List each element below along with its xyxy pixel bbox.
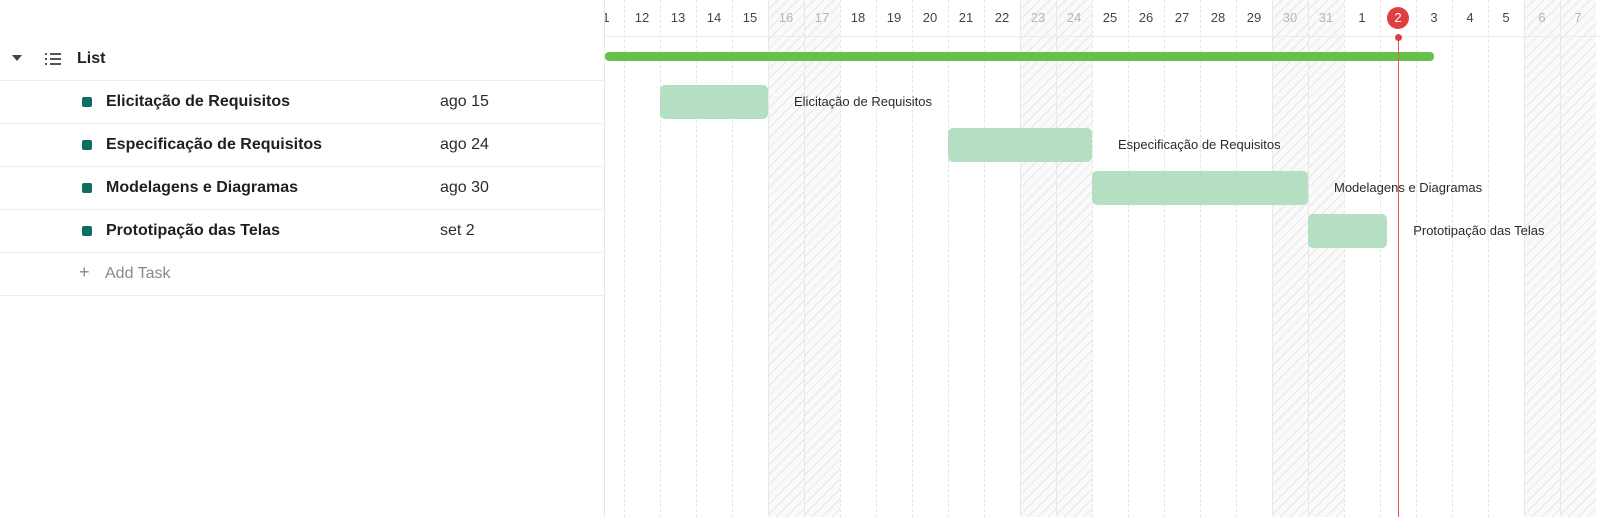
day-column [605,0,624,517]
day-label: 22 [994,10,1010,25]
today-line-dot [1395,34,1402,41]
day-column [732,0,768,517]
day-column [624,0,660,517]
list-header[interactable]: List [0,38,605,81]
task-name: Modelagens e Diagramas [106,179,299,196]
day-column [660,0,696,517]
day-label: 30 [1282,10,1298,25]
day-column [1236,0,1272,517]
task-status-dot [82,226,92,236]
task-status-dot [82,140,92,150]
day-label: 15 [742,10,758,25]
day-label: 14 [706,10,722,25]
day-label: 13 [670,10,686,25]
day-label: 3 [1430,10,1438,25]
weekend-column [1020,0,1056,517]
day-label: 27 [1174,10,1190,25]
add-task-button[interactable]: + Add Task [0,253,605,296]
task-name: Prototipação das Telas [106,222,280,239]
gantt-app: List Elicitação de Requisitos ago 15 Esp… [0,0,1600,517]
weekend-column [804,0,840,517]
gantt-timeline[interactable]: 1 12 13 14 15 16 17 18 19 20 21 22 23 24 25 26 27 28 29 30 3… [605,0,1600,517]
day-label: 26 [1138,10,1154,25]
day-label: 6 [1538,10,1546,25]
weekend-column [1056,0,1092,517]
task-bar-label: Elicitação de Requisitos [794,94,933,109]
task-bar[interactable] [1308,214,1388,248]
list-icon [45,52,61,66]
list-title: List [77,50,106,67]
day-column [984,0,1020,517]
task-name: Elicitação de Requisitos [106,93,291,110]
day-column [1164,0,1200,517]
day-label: 19 [886,10,902,25]
day-label: 20 [922,10,938,25]
task-due-date: set 2 [440,222,475,239]
task-bar-label: Prototipação das Telas [1413,223,1545,238]
day-label: 25 [1102,10,1118,25]
day-column [1452,0,1488,517]
weekend-column [1560,0,1596,517]
date-header: 1 12 13 14 15 16 17 18 19 20 21 22 23 24 25 26 27 28 29 30 3… [605,0,1600,37]
task-row[interactable]: Modelagens e Diagramas ago 30 [0,167,605,210]
day-label: 5 [1502,10,1510,25]
day-label: 23 [1030,10,1046,25]
day-label: 4 [1466,10,1474,25]
task-due-date: ago 15 [440,93,489,110]
day-column [1092,0,1128,517]
task-due-date: ago 24 [440,136,489,153]
day-column [840,0,876,517]
weekend-column [1308,0,1344,517]
today-day-label: 2 [1394,10,1402,25]
day-column [696,0,732,517]
day-label: 12 [634,10,650,25]
add-task-label: Add Task [105,265,171,282]
day-column [948,0,984,517]
today-line [1398,36,1399,517]
day-label: 1 [1358,10,1366,25]
task-status-dot [82,97,92,107]
list-summary-bar[interactable] [605,52,1434,61]
weekend-column [1524,0,1560,517]
day-label: 7 [1574,10,1582,25]
day-label: 31 [1318,10,1334,25]
task-list-panel: List Elicitação de Requisitos ago 15 Esp… [0,0,605,517]
task-bar[interactable] [660,85,768,119]
task-row[interactable]: Prototipação das Telas set 2 [0,210,605,253]
weekend-column [1272,0,1308,517]
day-column [876,0,912,517]
task-row[interactable]: Elicitação de Requisitos ago 15 [0,81,605,124]
task-row[interactable]: Especificação de Requisitos ago 24 [0,124,605,167]
day-label: 18 [850,10,866,25]
day-column [1416,0,1452,517]
task-bar[interactable] [1092,171,1308,205]
day-column [1488,0,1524,517]
day-label: 29 [1246,10,1262,25]
day-label: 21 [958,10,974,25]
day-label: 24 [1066,10,1082,25]
day-column [1128,0,1164,517]
task-due-date: ago 30 [440,179,489,196]
day-label: 28 [1210,10,1226,25]
plus-icon: + [79,262,90,282]
caret-down-icon[interactable] [12,55,22,61]
day-column [1200,0,1236,517]
day-label: 1 [605,10,610,25]
day-column [912,0,948,517]
task-name: Especificação de Requisitos [106,136,323,153]
weekend-column [768,0,804,517]
task-bar[interactable] [948,128,1092,162]
day-label: 17 [814,10,830,25]
day-column [1344,0,1380,517]
day-label: 16 [778,10,794,25]
task-bar-label: Especificação de Requisitos [1118,137,1281,152]
task-bar-label: Modelagens e Diagramas [1334,180,1483,195]
task-status-dot [82,183,92,193]
